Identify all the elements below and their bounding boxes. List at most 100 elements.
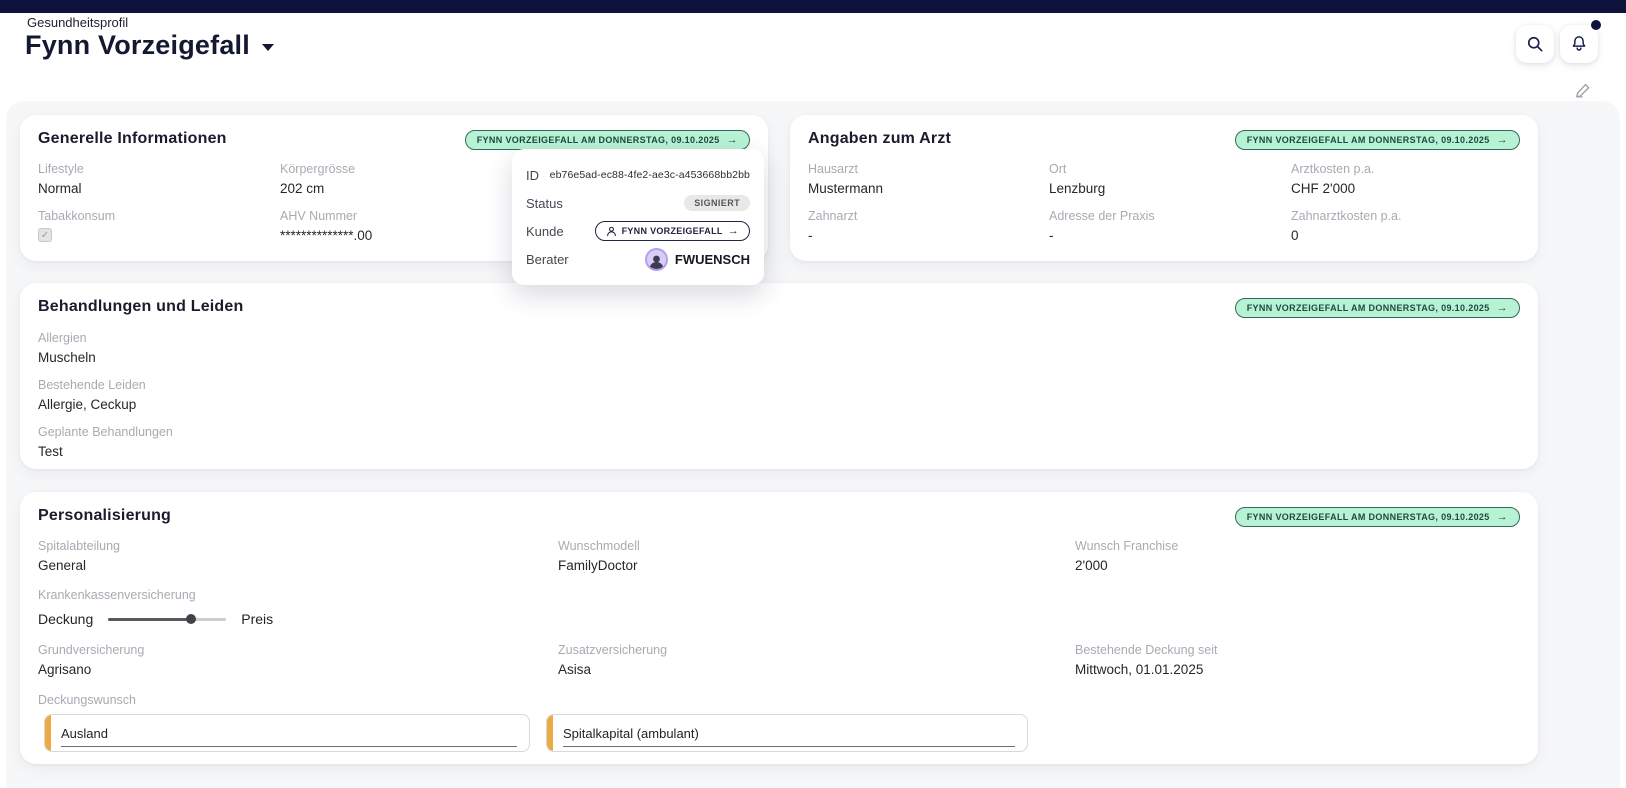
person-silhouette-icon: [648, 254, 665, 269]
field-value: Mittwoch, 01.01.2025: [1075, 662, 1520, 677]
field-zahnarzt: Zahnarzt -: [808, 209, 1049, 243]
popup-row-id: ID eb76e5ad-ec88-4fe2-ae3c-a453668bb2bb: [526, 161, 750, 189]
badge-label: FYNN VORZEIGEFALL AM DONNERSTAG, 09.10.2…: [1247, 303, 1490, 313]
field-grundversicherung: Grundversicherung Agrisano: [38, 643, 558, 677]
field-label: Spitalabteilung: [38, 539, 558, 553]
field-label: Wunsch Franchise: [1075, 539, 1520, 553]
deckungswunsch-item-spitalkapital[interactable]: Spitalkapital (ambulant): [546, 714, 1028, 752]
slider-fill: [108, 618, 191, 621]
search-icon: [1525, 34, 1545, 54]
profile-badge[interactable]: FYNN VORZEIGEFALL AM DONNERSTAG, 09.10.2…: [1235, 130, 1520, 150]
field-label: Geplante Behandlungen: [38, 425, 1520, 439]
arrow-right-icon: →: [728, 225, 739, 237]
notification-dot: [1591, 20, 1601, 30]
field-value: General: [38, 558, 558, 573]
field-value: Mustermann: [808, 181, 1049, 196]
arrow-right-icon: →: [1497, 302, 1508, 314]
field-value: -: [1049, 228, 1291, 243]
notifications-button[interactable]: [1560, 25, 1598, 63]
popup-row-berater: Berater FWUENSCH: [526, 245, 750, 273]
field-value: -: [808, 228, 1049, 243]
field-zusatzversicherung: Zusatzversicherung Asisa: [558, 643, 1075, 677]
deckungswunsch-value: Ausland: [61, 726, 517, 747]
arrow-right-icon: →: [727, 134, 738, 146]
arrow-right-icon: →: [1497, 134, 1508, 146]
field-label: Hausarzt: [808, 162, 1049, 176]
field-geplante-behandlungen: Geplante Behandlungen Test: [38, 425, 1520, 459]
berater-name: FWUENSCH: [675, 252, 750, 267]
search-button[interactable]: [1516, 25, 1554, 63]
breadcrumb: Gesundheitsprofil: [27, 15, 128, 30]
field-value: Agrisano: [38, 662, 558, 677]
field-label: Zusatzversicherung: [558, 643, 1075, 657]
profile-id-value: eb76e5ad-ec88-4fe2-ae3c-a453668bb2bb: [550, 169, 750, 181]
badge-label: FYNN VORZEIGEFALL AM DONNERSTAG, 09.10.2…: [477, 135, 720, 145]
field-value: Asisa: [558, 662, 1075, 677]
field-lifestyle: Lifestyle Normal: [38, 162, 280, 196]
berater-chip[interactable]: FWUENSCH: [645, 248, 750, 271]
field-label: Wunschmodell: [558, 539, 1075, 553]
deckungswunsch-value: Spitalkapital (ambulant): [563, 726, 1015, 747]
berater-avatar: [645, 248, 668, 271]
popup-row-kunde: Kunde FYNN VORZEIGEFALL →: [526, 217, 750, 245]
chevron-down-icon[interactable]: [262, 44, 274, 51]
field-label: Ort: [1049, 162, 1291, 176]
field-adresse-praxis: Adresse der Praxis -: [1049, 209, 1291, 243]
field-value: 0: [1291, 228, 1520, 243]
field-allergien: Allergien Muscheln: [38, 331, 1520, 365]
field-label: Grundversicherung: [38, 643, 558, 657]
row-label: Berater: [526, 252, 569, 267]
card-title: Generelle Informationen: [38, 130, 227, 148]
deckungswunsch-label: Deckungswunsch: [38, 693, 1520, 707]
badge-label: FYNN VORZEIGEFALL AM DONNERSTAG, 09.10.2…: [1247, 135, 1490, 145]
slider-track[interactable]: [108, 618, 226, 621]
field-label: Zahnarztkosten p.a.: [1291, 209, 1520, 223]
check-icon: ✓: [41, 230, 49, 241]
person-icon: [606, 226, 617, 237]
field-value: Test: [38, 444, 1520, 459]
field-spitalabteilung: Spitalabteilung General: [38, 539, 558, 573]
field-label: Lifestyle: [38, 162, 280, 176]
field-tabakkonsum: Tabakkonsum ✓: [38, 209, 280, 243]
card-title: Personalisierung: [38, 507, 171, 525]
card-personalisierung: Personalisierung FYNN VORZEIGEFALL AM DO…: [20, 492, 1538, 764]
field-value: Muscheln: [38, 350, 1520, 365]
card-title: Angaben zum Arzt: [808, 130, 951, 148]
field-arztkosten: Arztkosten p.a. CHF 2'000: [1291, 162, 1520, 196]
arrow-right-icon: →: [1497, 511, 1508, 523]
krankenkassenversicherung-label: Krankenkassenversicherung: [38, 588, 1520, 602]
badge-label: FYNN VORZEIGEFALL AM DONNERSTAG, 09.10.2…: [1247, 512, 1490, 522]
card-angaben-zum-arzt: Angaben zum Arzt FYNN VORZEIGEFALL AM DO…: [790, 115, 1538, 261]
bell-icon: [1569, 34, 1589, 54]
field-label: Bestehende Leiden: [38, 378, 1520, 392]
field-zahnarztkosten: Zahnarztkosten p.a. 0: [1291, 209, 1520, 243]
tabakkonsum-checkbox[interactable]: ✓: [38, 228, 52, 242]
slider-handle[interactable]: [186, 614, 196, 624]
kunde-link[interactable]: FYNN VORZEIGEFALL →: [595, 221, 750, 241]
profile-badge[interactable]: FYNN VORZEIGEFALL AM DONNERSTAG, 09.10.2…: [465, 130, 750, 150]
coverage-price-slider: Deckung Preis: [38, 611, 1520, 627]
slider-left-label: Deckung: [38, 611, 93, 627]
row-label: Kunde: [526, 224, 564, 239]
field-label: Arztkosten p.a.: [1291, 162, 1520, 176]
page-title: Fynn Vorzeigefall: [25, 30, 250, 61]
field-bestehende-deckung-seit: Bestehende Deckung seit Mittwoch, 01.01.…: [1075, 643, 1520, 677]
field-value: Allergie, Ceckup: [38, 397, 1520, 412]
field-ort: Ort Lenzburg: [1049, 162, 1291, 196]
field-label: Adresse der Praxis: [1049, 209, 1291, 223]
field-value: CHF 2'000: [1291, 181, 1520, 196]
row-label: ID: [526, 168, 539, 183]
edit-icon[interactable]: [1574, 81, 1593, 100]
profile-badge[interactable]: FYNN VORZEIGEFALL AM DONNERSTAG, 09.10.2…: [1235, 298, 1520, 318]
field-bestehende-leiden: Bestehende Leiden Allergie, Ceckup: [38, 378, 1520, 412]
profile-details-popup: ID eb76e5ad-ec88-4fe2-ae3c-a453668bb2bb …: [512, 149, 764, 285]
profile-badge[interactable]: FYNN VORZEIGEFALL AM DONNERSTAG, 09.10.2…: [1235, 507, 1520, 527]
field-label: Tabakkonsum: [38, 209, 280, 223]
row-label: Status: [526, 196, 563, 211]
card-behandlungen-und-leiden: Behandlungen und Leiden FYNN VORZEIGEFAL…: [20, 283, 1538, 469]
deckungswunsch-item-ausland[interactable]: Ausland: [44, 714, 530, 752]
field-wunschmodell: Wunschmodell FamilyDoctor: [558, 539, 1075, 573]
field-label: Bestehende Deckung seit: [1075, 643, 1520, 657]
kunde-name: FYNN VORZEIGEFALL: [622, 226, 723, 236]
field-value: FamilyDoctor: [558, 558, 1075, 573]
